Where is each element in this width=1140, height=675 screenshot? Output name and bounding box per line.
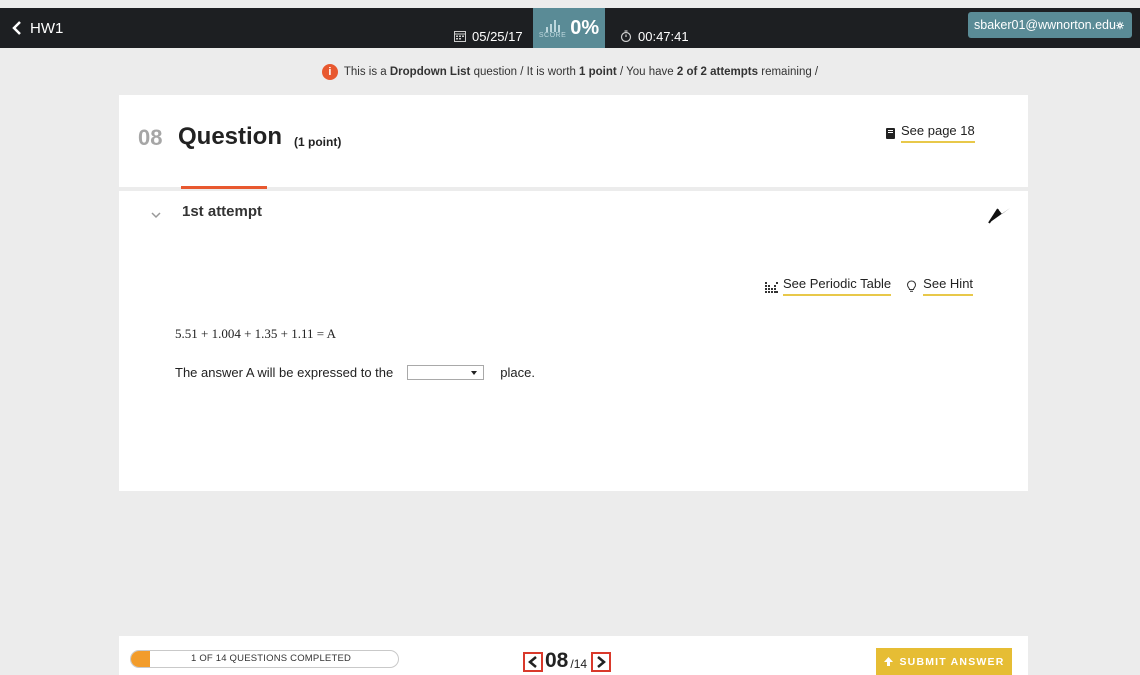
progress-fill bbox=[131, 651, 151, 667]
hint-label: See Hint bbox=[923, 276, 974, 296]
active-attempt-indicator bbox=[181, 186, 267, 189]
user-menu-button[interactable]: sbaker01@wwnorton.edu bbox=[968, 12, 1132, 38]
stopwatch-icon bbox=[620, 30, 632, 42]
assignment-title: HW1 bbox=[30, 19, 64, 37]
place-dropdown[interactable] bbox=[407, 365, 485, 380]
due-date-text: 05/25/17 bbox=[472, 28, 523, 44]
attempt-panel: 1st attempt See Periodic Table See Hint … bbox=[119, 186, 1028, 491]
flag-icon[interactable] bbox=[987, 203, 1013, 225]
info-text: This is a Dropdown List question / It is… bbox=[343, 66, 819, 78]
due-date: 05/25/17 bbox=[454, 16, 523, 56]
chevron-right-icon bbox=[597, 656, 606, 668]
question-title: Question bbox=[178, 123, 283, 150]
question-header: 08 Question (1 point) See page 18 bbox=[119, 95, 1028, 187]
timer-text: 00:47:41 bbox=[638, 28, 689, 44]
info-icon: i bbox=[321, 64, 338, 80]
top-bar: HW1 05/25/17 SCORE 0% 00:47:41 sbaker01@… bbox=[0, 8, 1140, 48]
equation: 5.51 + 1.004 + 1.35 + 1.11 = A bbox=[175, 326, 337, 341]
question-worth: 1 point bbox=[579, 66, 617, 78]
hint-link[interactable]: See Hint bbox=[905, 276, 974, 296]
periodic-table-label: See Periodic Table bbox=[783, 276, 892, 296]
chevron-left-icon bbox=[12, 21, 21, 35]
question-type: Dropdown List bbox=[389, 66, 471, 78]
score-label: SCORE bbox=[538, 31, 567, 39]
timer: 00:47:41 bbox=[620, 16, 689, 56]
question-info: i This is a Dropdown List question / It … bbox=[0, 64, 1140, 80]
question-points: (1 point) bbox=[294, 135, 342, 149]
see-page-label: See page 18 bbox=[901, 123, 975, 143]
bottom-bar: 1 OF 14 QUESTIONS COMPLETED 08 /14 SUBMI… bbox=[119, 636, 1028, 675]
chevron-left-icon bbox=[528, 656, 537, 668]
gear-icon bbox=[1116, 21, 1124, 29]
submit-answer-button[interactable]: SUBMIT ANSWER bbox=[876, 648, 1012, 675]
attempt-label: 1st attempt bbox=[182, 203, 263, 220]
see-page-link[interactable]: See page 18 bbox=[886, 123, 975, 143]
calendar-icon bbox=[454, 31, 466, 42]
question-number: 08 bbox=[138, 125, 163, 150]
total-questions: /14 bbox=[570, 657, 588, 671]
chevron-down-icon[interactable] bbox=[150, 209, 162, 221]
question-tools: See Periodic Table See Hint bbox=[765, 276, 974, 296]
score-value: 0% bbox=[570, 16, 600, 39]
next-question-button[interactable] bbox=[591, 652, 612, 672]
book-icon bbox=[886, 127, 895, 139]
periodic-table-link[interactable]: See Periodic Table bbox=[765, 276, 892, 296]
lightbulb-icon bbox=[907, 279, 917, 292]
progress-bar: 1 OF 14 QUESTIONS COMPLETED bbox=[130, 650, 399, 668]
progress-text: 1 OF 14 QUESTIONS COMPLETED bbox=[191, 653, 352, 664]
question-pager: 08 /14 bbox=[523, 649, 612, 672]
submit-label: SUBMIT ANSWER bbox=[899, 655, 1005, 668]
prompt-after: place. bbox=[500, 365, 535, 380]
question-prompt: The answer A will be expressed to the pl… bbox=[175, 365, 535, 380]
prompt-before: The answer A will be expressed to the bbox=[175, 365, 394, 380]
attempts-remaining: 2 of 2 attempts bbox=[676, 66, 759, 78]
prev-question-button[interactable] bbox=[523, 652, 543, 672]
upload-icon bbox=[884, 657, 894, 666]
periodic-table-icon bbox=[765, 281, 778, 293]
user-email: sbaker01@wwnorton.edu bbox=[974, 18, 1116, 32]
bar-chart-icon bbox=[545, 19, 560, 32]
back-button[interactable]: HW1 bbox=[12, 8, 63, 48]
score-panel: SCORE 0% bbox=[533, 8, 605, 48]
current-question-number: 08 bbox=[545, 649, 569, 672]
